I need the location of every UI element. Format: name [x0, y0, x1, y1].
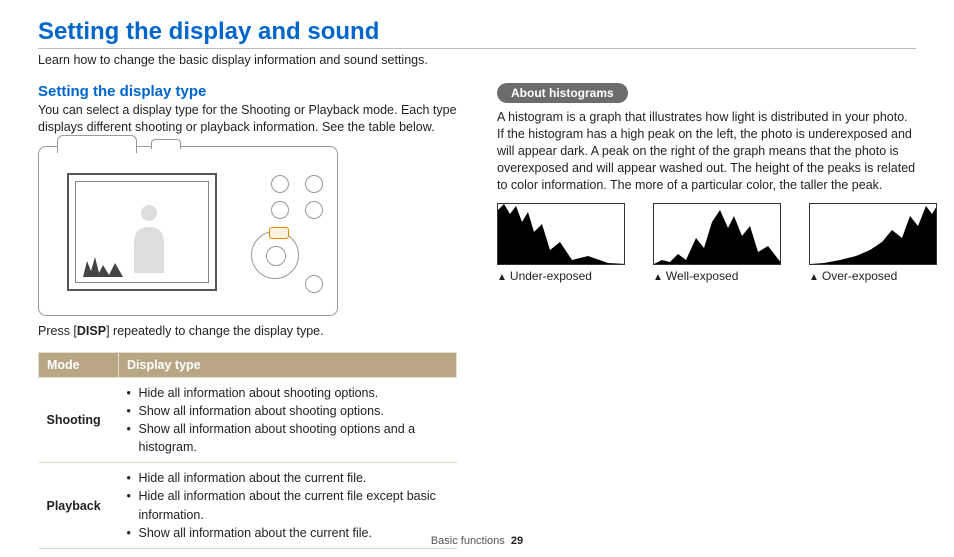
- table-row: Shooting Hide all information about shoo…: [39, 377, 457, 463]
- right-para: A histogram is a graph that illustrates …: [497, 109, 916, 193]
- triangle-up-icon: ▲: [653, 272, 663, 283]
- disp-button-highlight: [269, 227, 289, 239]
- caption-text: Over-exposed: [822, 269, 897, 283]
- triangle-up-icon: ▲: [809, 272, 819, 283]
- camera-button-icon: [271, 201, 289, 219]
- left-column: Setting the display type You can select …: [38, 83, 457, 549]
- footer-section: Basic functions: [431, 535, 505, 547]
- press-before: Press [: [38, 324, 77, 338]
- histogram-wellexposed-icon: [653, 203, 781, 265]
- type-cell: Hide all information about shooting opti…: [119, 377, 457, 463]
- footer-page-number: 29: [511, 535, 523, 547]
- camera-screen: [67, 173, 217, 291]
- histogram-overexposed-icon: [809, 203, 937, 265]
- histogram-item: ▲Well-exposed: [653, 203, 781, 283]
- list-item: Hide all information about shooting opti…: [127, 384, 449, 402]
- table-header-mode: Mode: [39, 352, 119, 377]
- camera-button-icon: [271, 175, 289, 193]
- about-histograms-pill: About histograms: [497, 83, 628, 103]
- histogram-row: ▲Under-exposed ▲Well-exposed ▲Over-expos…: [497, 203, 916, 283]
- caption-text: Well-exposed: [666, 269, 738, 283]
- histogram-caption: ▲Well-exposed: [653, 269, 781, 283]
- triangle-up-icon: ▲: [497, 272, 507, 283]
- disp-key-label: DISP: [77, 324, 106, 338]
- display-type-table: Mode Display type Shooting Hide all info…: [38, 352, 457, 549]
- page-intro: Learn how to change the basic display in…: [38, 53, 916, 67]
- camera-button-icon: [305, 175, 323, 193]
- press-after: ] repeatedly to change the display type.: [106, 324, 324, 338]
- histogram-underexposed-icon: [497, 203, 625, 265]
- page-footer: Basic functions 29: [0, 535, 954, 547]
- press-instruction: Press [DISP] repeatedly to change the di…: [38, 324, 457, 338]
- list-item: Hide all information about the current f…: [127, 469, 449, 487]
- mode-cell: Shooting: [39, 377, 119, 463]
- histogram-item: ▲Over-exposed: [809, 203, 937, 283]
- mini-histogram-icon: [83, 251, 133, 277]
- histogram-caption: ▲Under-exposed: [497, 269, 625, 283]
- page-title: Setting the display and sound: [38, 18, 916, 46]
- left-subhead: Setting the display type: [38, 83, 457, 100]
- table-header-type: Display type: [119, 352, 457, 377]
- right-column: About histograms A histogram is a graph …: [497, 83, 916, 549]
- list-item: Hide all information about the current f…: [127, 487, 449, 523]
- list-item: Show all information about shooting opti…: [127, 420, 449, 456]
- camera-illustration: [38, 146, 338, 316]
- histogram-caption: ▲Over-exposed: [809, 269, 937, 283]
- histogram-item: ▲Under-exposed: [497, 203, 625, 283]
- title-rule: [38, 48, 916, 49]
- list-item: Show all information about shooting opti…: [127, 402, 449, 420]
- camera-button-icon: [305, 201, 323, 219]
- columns: Setting the display type You can select …: [38, 83, 916, 549]
- caption-text: Under-exposed: [510, 269, 592, 283]
- left-para: You can select a display type for the Sh…: [38, 102, 457, 136]
- camera-button-icon: [305, 275, 323, 293]
